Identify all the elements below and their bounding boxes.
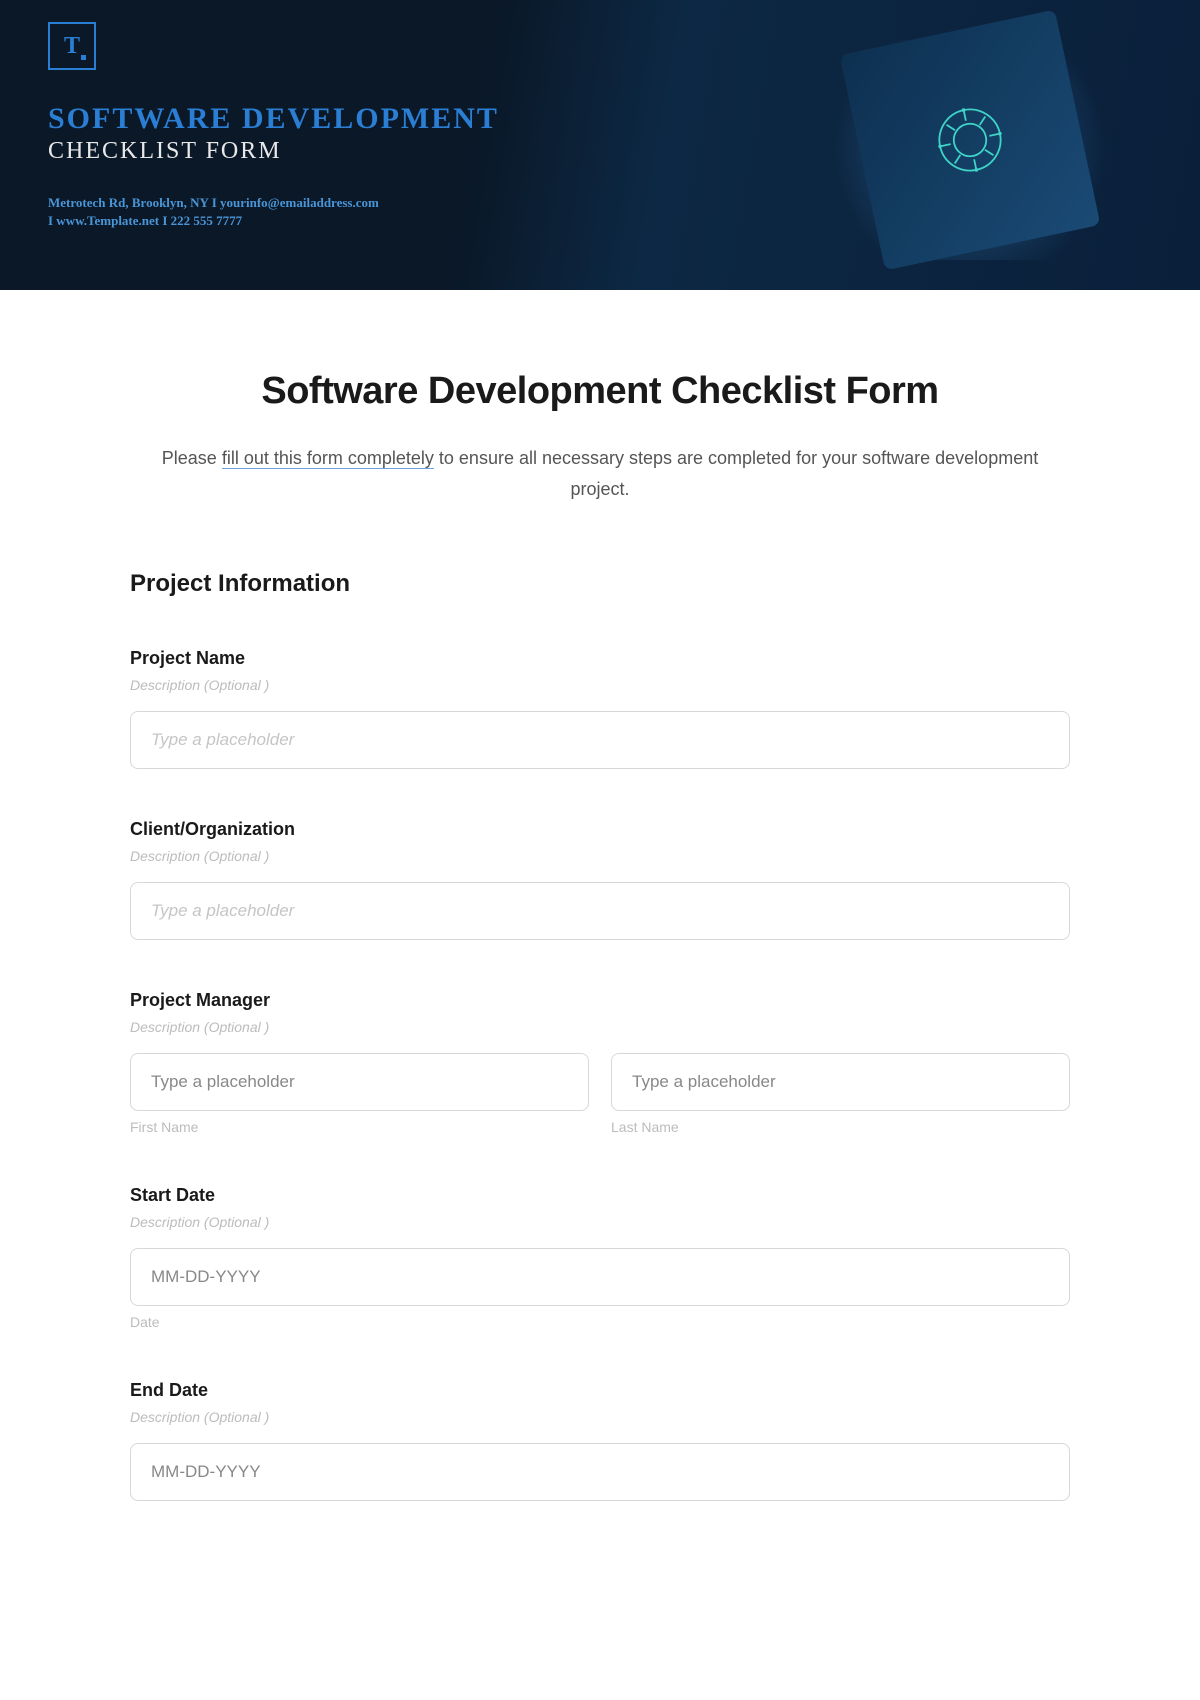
sublabel-first-name: First Name xyxy=(130,1119,589,1135)
form-intro: Please fill out this form completely to … xyxy=(130,443,1070,504)
desc-project-manager: Description (Optional ) xyxy=(130,1019,1070,1035)
section-title-project-info: Project Information xyxy=(130,570,1070,598)
desc-client-org: Description (Optional ) xyxy=(130,848,1070,864)
input-start-date[interactable] xyxy=(130,1248,1070,1306)
banner-title-line2: CHECKLIST FORM xyxy=(48,138,282,165)
form-title: Software Development Checklist Form xyxy=(130,370,1070,413)
label-start-date: Start Date xyxy=(130,1185,1070,1206)
field-project-name: Project Name Description (Optional ) xyxy=(130,648,1070,769)
brain-chip-icon xyxy=(917,87,1024,194)
banner-contact-line2: I www.Template.net I 222 555 7777 xyxy=(48,213,242,229)
desc-project-name: Description (Optional ) xyxy=(130,677,1070,693)
chip-graphic xyxy=(840,10,1101,271)
input-last-name[interactable] xyxy=(611,1053,1070,1111)
intro-after: to ensure all necessary steps are comple… xyxy=(434,448,1038,499)
desc-end-date: Description (Optional ) xyxy=(130,1409,1070,1425)
field-project-manager: Project Manager Description (Optional ) … xyxy=(130,990,1070,1135)
banner-contact-line1: Metrotech Rd, Brooklyn, NY I yourinfo@em… xyxy=(48,195,379,211)
field-end-date: End Date Description (Optional ) xyxy=(130,1380,1070,1501)
logo: T xyxy=(48,22,96,70)
sublabel-start-date: Date xyxy=(130,1314,1070,1330)
sublabel-last-name: Last Name xyxy=(611,1119,1070,1135)
form-body: Software Development Checklist Form Plea… xyxy=(0,290,1200,1501)
label-client-org: Client/Organization xyxy=(130,819,1070,840)
input-first-name[interactable] xyxy=(130,1053,589,1111)
input-end-date[interactable] xyxy=(130,1443,1070,1501)
logo-dot-icon xyxy=(81,55,86,60)
logo-letter: T xyxy=(64,33,80,60)
intro-before: Please xyxy=(162,448,222,468)
field-start-date: Start Date Description (Optional ) Date xyxy=(130,1185,1070,1330)
label-project-name: Project Name xyxy=(130,648,1070,669)
banner-title-line1: SOFTWARE DEVELOPMENT xyxy=(48,102,499,136)
field-client-org: Client/Organization Description (Optiona… xyxy=(130,819,1070,940)
label-project-manager: Project Manager xyxy=(130,990,1070,1011)
header-banner: T SOFTWARE DEVELOPMENT CHECKLIST FORM Me… xyxy=(0,0,1200,290)
input-project-name[interactable] xyxy=(130,711,1070,769)
desc-start-date: Description (Optional ) xyxy=(130,1214,1070,1230)
intro-linked: fill out this form completely xyxy=(222,448,434,469)
label-end-date: End Date xyxy=(130,1380,1070,1401)
input-client-org[interactable] xyxy=(130,882,1070,940)
